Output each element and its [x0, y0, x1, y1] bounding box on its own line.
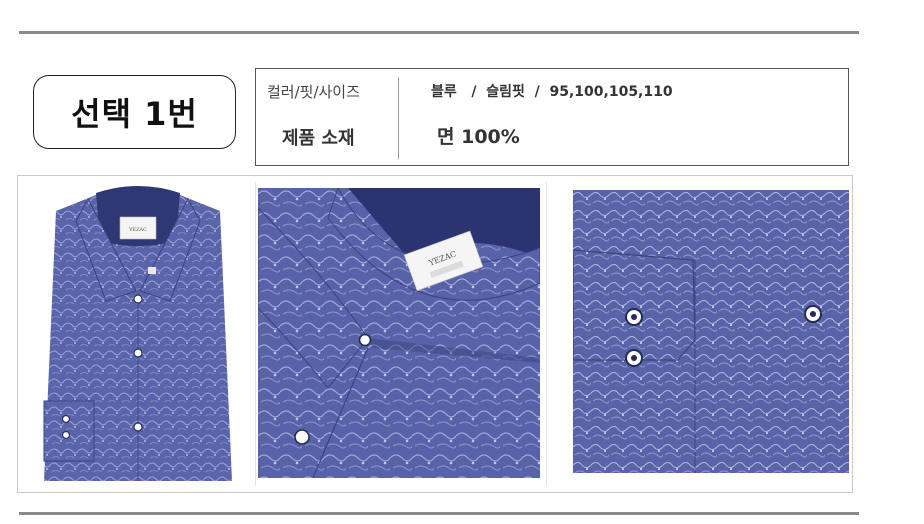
bottom-divider-line — [19, 512, 859, 515]
photo-separator — [255, 182, 256, 486]
shirt-front-photo: YEZAC — [36, 181, 240, 486]
photo-separator — [546, 182, 547, 486]
top-divider-line — [19, 31, 859, 34]
color-fit-size-label: 컬러/핏/사이즈 — [267, 83, 360, 101]
material-value: 면 100% — [437, 126, 520, 148]
shirt-collar-closeup-photo: YEZAC — [258, 188, 540, 478]
product-photo-strip: YEZAC YEZAC — [17, 175, 853, 493]
option-label-text: 선택 1번 — [71, 95, 198, 133]
option-label: 선택 1번 — [33, 75, 236, 149]
product-spec-box: 컬러/핏/사이즈 제품 소재 블루 / 슬림핏 / 95,100,105,110… — [255, 68, 849, 166]
shirt-cuff-closeup-photo — [573, 190, 849, 473]
spec-divider — [398, 77, 399, 159]
color-fit-size-value: 블루 / 슬림핏 / 95,100,105,110 — [431, 84, 673, 100]
material-label: 제품 소재 — [282, 128, 355, 149]
brand-tag-text: YEZAC — [128, 227, 147, 233]
